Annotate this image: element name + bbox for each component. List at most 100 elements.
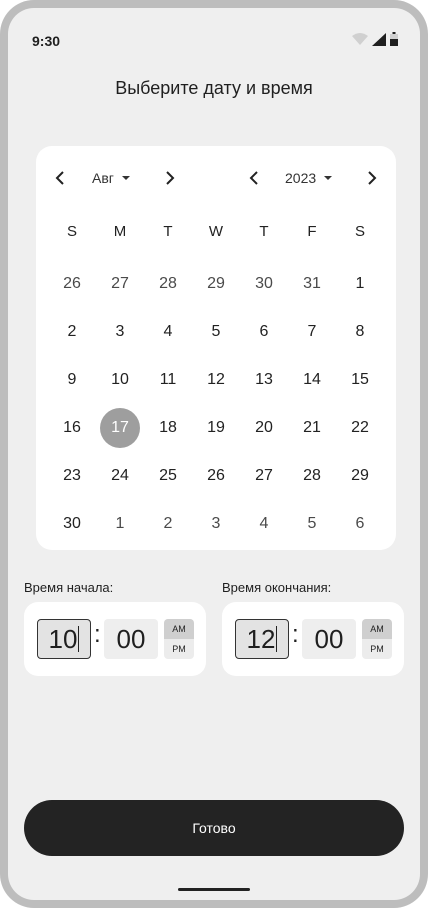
calendar-card: Авг 2023 SMTWTFS 26 27 28 29 30 31 1 2 3 4 5 bbox=[36, 146, 396, 550]
calendar-day[interactable]: 10 bbox=[96, 356, 144, 404]
weekday-header: SMTWTFS bbox=[48, 222, 384, 242]
day-number: 2 bbox=[67, 323, 77, 340]
calendar-day[interactable]: 29 bbox=[192, 260, 240, 308]
calendar-day[interactable]: 15 bbox=[336, 356, 384, 404]
calendar-day[interactable]: 22 bbox=[336, 404, 384, 452]
calendar-day[interactable]: 8 bbox=[336, 308, 384, 356]
calendar-day[interactable]: 20 bbox=[240, 404, 288, 452]
day-number: 21 bbox=[303, 419, 321, 436]
calendar-day[interactable]: 4 bbox=[144, 308, 192, 356]
calendar-day[interactable]: 7 bbox=[288, 308, 336, 356]
weekday-label: S bbox=[66, 223, 77, 240]
calendar-day[interactable]: 14 bbox=[288, 356, 336, 404]
calendar-day[interactable]: 1 bbox=[336, 260, 384, 308]
selected-day[interactable]: 17 bbox=[96, 404, 144, 452]
end-am-button[interactable]: AM bbox=[362, 619, 392, 639]
chevron-right-icon bbox=[368, 171, 377, 185]
calendar-day[interactable]: 6 bbox=[240, 308, 288, 356]
home-indicator[interactable] bbox=[178, 888, 250, 891]
calendar-day[interactable]: 21 bbox=[288, 404, 336, 452]
calendar-day[interactable]: 9 bbox=[48, 356, 96, 404]
calendar-day[interactable]: 30 bbox=[48, 500, 96, 548]
day-number: 18 bbox=[159, 419, 177, 436]
day-number: 6 bbox=[259, 323, 269, 340]
prev-month-button[interactable] bbox=[46, 164, 74, 192]
day-number: 28 bbox=[303, 467, 321, 484]
day-number: 26 bbox=[63, 275, 81, 292]
calendar-day[interactable]: 5 bbox=[192, 308, 240, 356]
start-hour-value: 10 bbox=[48, 624, 78, 654]
start-ampm-toggle: AM PM bbox=[164, 619, 194, 659]
calendar-day[interactable]: 25 bbox=[144, 452, 192, 500]
year-select[interactable]: 2023 bbox=[285, 164, 333, 192]
day-number: 5 bbox=[211, 323, 221, 340]
calendar-day[interactable]: 26 bbox=[192, 452, 240, 500]
calendar-day[interactable]: 3 bbox=[96, 308, 144, 356]
done-button[interactable]: Готово bbox=[24, 800, 404, 856]
start-am-button[interactable]: AM bbox=[164, 619, 194, 639]
calendar-day[interactable]: 30 bbox=[240, 260, 288, 308]
day-number: 31 bbox=[303, 275, 321, 292]
day-number: 5 bbox=[307, 515, 317, 532]
chevron-right-icon bbox=[166, 171, 175, 185]
device-frame: 9:30 Выберите дату и время Авг 2023 S M … bbox=[0, 0, 428, 908]
calendar-day[interactable]: 28 bbox=[144, 260, 192, 308]
day-number: 30 bbox=[63, 515, 81, 532]
year-label: 2023 bbox=[285, 170, 317, 186]
day-number: 2 bbox=[163, 515, 173, 532]
calendar-day[interactable]: 27 bbox=[96, 260, 144, 308]
calendar-day[interactable]: 29 bbox=[336, 452, 384, 500]
day-number: 27 bbox=[255, 467, 273, 484]
calendar-nav: Авг 2023 bbox=[36, 164, 396, 192]
day-number: 24 bbox=[111, 467, 129, 484]
calendar-day[interactable]: 19 bbox=[192, 404, 240, 452]
day-number: 30 bbox=[255, 275, 273, 292]
calendar-day[interactable]: 16 bbox=[48, 404, 96, 452]
day-number: 13 bbox=[255, 371, 273, 388]
calendar-day[interactable]: 23 bbox=[48, 452, 96, 500]
calendar-day[interactable]: 5 bbox=[288, 500, 336, 548]
calendar-day[interactable]: 13 bbox=[240, 356, 288, 404]
end-ampm-toggle: AM PM bbox=[362, 619, 392, 659]
day-number: 8 bbox=[355, 323, 365, 340]
calendar-day[interactable]: 1 bbox=[96, 500, 144, 548]
day-number: 6 bbox=[355, 515, 365, 532]
calendar-day[interactable]: 2 bbox=[48, 308, 96, 356]
weekday-label: T bbox=[163, 223, 173, 240]
start-minute-input[interactable]: 00 bbox=[104, 619, 158, 659]
calendar-day[interactable]: 18 bbox=[144, 404, 192, 452]
calendar-day[interactable]: 27 bbox=[240, 452, 288, 500]
calendar-day[interactable]: 26 bbox=[48, 260, 96, 308]
start-pm-button[interactable]: PM bbox=[164, 639, 194, 659]
calendar-day[interactable]: 31 bbox=[288, 260, 336, 308]
caret-down-icon bbox=[324, 176, 333, 180]
start-hour-input[interactable]: 10 bbox=[37, 619, 91, 659]
day-number: 12 bbox=[207, 371, 225, 388]
end-pm-button[interactable]: PM bbox=[362, 639, 392, 659]
screen: 9:30 Выберите дату и время Авг 2023 S M … bbox=[8, 8, 420, 900]
next-year-button[interactable] bbox=[358, 164, 386, 192]
calendar-day[interactable]: 4 bbox=[240, 500, 288, 548]
day-number: 4 bbox=[259, 515, 269, 532]
day-number: 16 bbox=[63, 419, 81, 436]
day-number: 10 bbox=[111, 371, 129, 388]
end-hour-value: 12 bbox=[246, 624, 276, 654]
end-hour-input[interactable]: 12 bbox=[235, 619, 289, 659]
calendar-day[interactable]: 3 bbox=[192, 500, 240, 548]
day-number: 15 bbox=[351, 371, 369, 388]
day-number: 22 bbox=[351, 419, 369, 436]
calendar-day[interactable]: 2 bbox=[144, 500, 192, 548]
month-select[interactable]: Авг bbox=[92, 164, 130, 192]
end-minute-input[interactable]: 00 bbox=[302, 619, 356, 659]
start-time-label: Время начала: bbox=[24, 580, 114, 595]
calendar-day[interactable]: 24 bbox=[96, 452, 144, 500]
calendar-day[interactable]: 28 bbox=[288, 452, 336, 500]
weekday-label: S bbox=[354, 223, 365, 240]
day-number: 4 bbox=[163, 323, 173, 340]
day-number: 17 bbox=[100, 408, 140, 448]
calendar-day[interactable]: 11 bbox=[144, 356, 192, 404]
calendar-day[interactable]: 6 bbox=[336, 500, 384, 548]
prev-year-button[interactable] bbox=[240, 164, 268, 192]
next-month-button[interactable] bbox=[156, 164, 184, 192]
calendar-day[interactable]: 12 bbox=[192, 356, 240, 404]
